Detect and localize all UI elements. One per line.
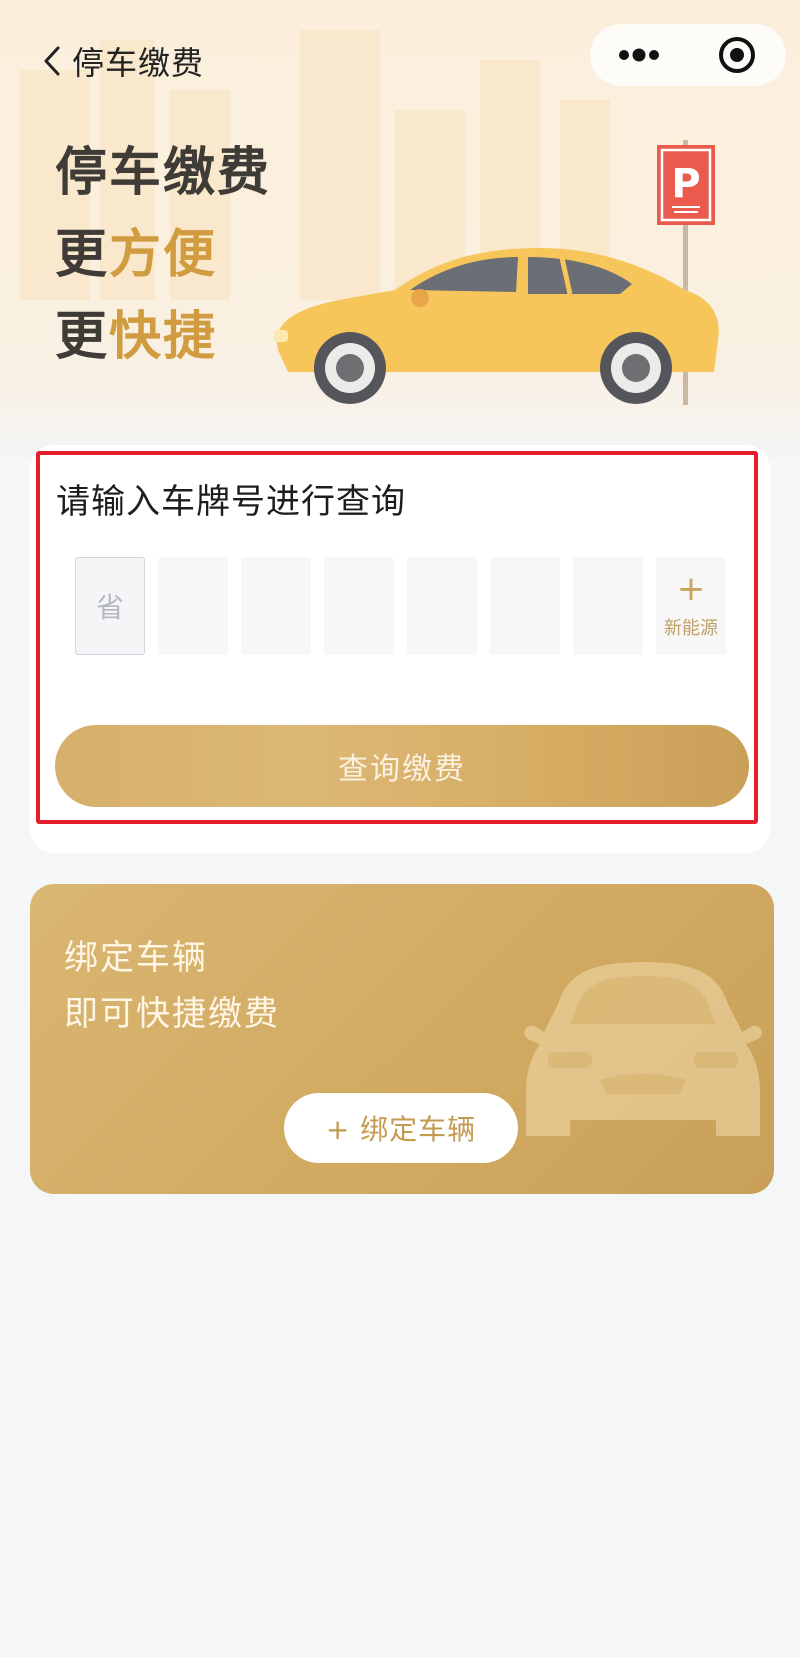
more-dots-icon <box>619 48 659 62</box>
page-title: 停车缴费 <box>72 44 205 82</box>
svg-text:P: P <box>671 161 700 207</box>
query-payment-button[interactable]: 查询缴费 <box>55 725 749 807</box>
bind-vehicle-card: 绑定车辆 即可快捷缴费 + 绑定车辆 <box>30 884 774 1194</box>
slogan-line-1: 停车缴费 <box>55 143 272 203</box>
slogan-line-3: 更快捷 <box>55 307 218 367</box>
more-button[interactable] <box>590 24 688 86</box>
plate-char-input-3[interactable] <box>324 557 394 655</box>
new-energy-label: 新能源 <box>664 618 718 639</box>
car-front-icon <box>524 962 762 1136</box>
hero-banner: 停车缴费 停车缴费 更方便 更快捷 P <box>0 0 800 470</box>
car-icon <box>274 248 719 404</box>
query-title: 请输入车牌号进行查询 <box>56 482 406 522</box>
back-button[interactable]: 停车缴费 <box>42 36 204 86</box>
bind-subtitle: 即可快捷缴费 <box>64 994 280 1034</box>
miniprogram-capsule <box>590 24 786 86</box>
plate-char-input-5[interactable] <box>490 557 560 655</box>
plate-char-input-2[interactable] <box>241 557 311 655</box>
plus-icon: + <box>676 569 706 609</box>
chevron-left-icon <box>44 46 60 76</box>
close-miniprogram-button[interactable] <box>688 24 786 86</box>
bind-vehicle-button[interactable]: + 绑定车辆 <box>284 1093 518 1163</box>
plate-char-input-6[interactable] <box>573 557 643 655</box>
plate-province-input[interactable]: 省 <box>75 557 145 655</box>
plate-char-input-4[interactable] <box>407 557 477 655</box>
plate-char-input-1[interactable] <box>158 557 228 655</box>
slogan-line-2: 更方便 <box>55 225 218 285</box>
new-energy-plate-button[interactable]: + 新能源 <box>656 557 726 655</box>
miniprogram-close-icon <box>719 37 755 73</box>
bind-title: 绑定车辆 <box>64 938 208 978</box>
car-parking-illustration: P <box>274 140 719 405</box>
